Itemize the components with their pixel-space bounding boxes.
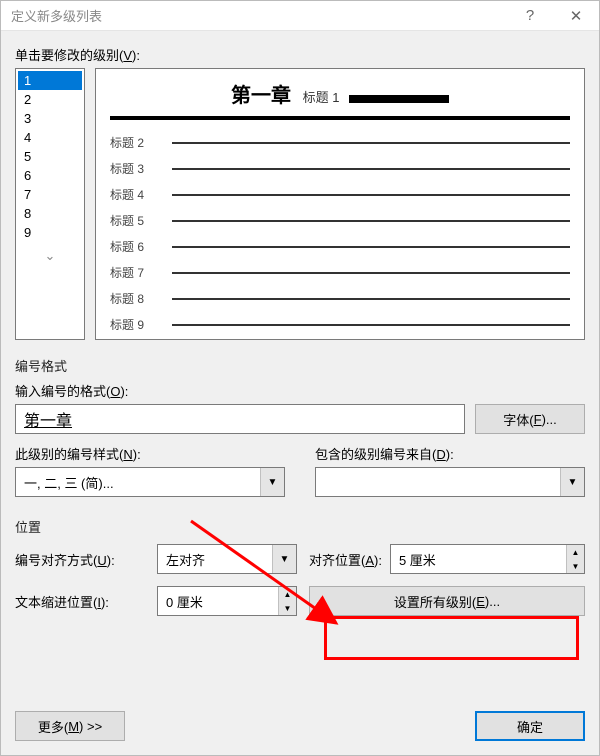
include-level-label: 包含的级别编号来自(D): [315,444,585,463]
chevron-down-icon[interactable]: ⌄ [18,248,82,264]
preview-row: 标题 2 [110,134,570,151]
preview-row-label: 标题 9 [110,316,162,333]
chevron-down-icon[interactable]: ▼ [560,468,584,496]
preview-row-label: 标题 4 [110,186,162,203]
preview-row-label: 标题 3 [110,160,162,177]
close-button[interactable]: ✕ [553,1,599,31]
include-level-combo[interactable]: ▼ [315,467,585,497]
level-item[interactable]: 7 [18,185,82,204]
preview-row: 标题 5 [110,212,570,229]
spinner-up-icon[interactable]: ▲ [567,545,584,559]
preview-row-bar [172,142,570,144]
preview-row-label: 标题 5 [110,212,162,229]
titlebar: 定义新多级列表 ? ✕ [1,1,599,31]
titlebar-title: 定义新多级列表 [11,6,102,25]
spinner-down-icon[interactable]: ▼ [279,601,296,615]
font-button[interactable]: 字体(F)... [475,404,585,434]
preview-row-label: 标题 8 [110,290,162,307]
preview-row: 标题 4 [110,186,570,203]
preview-row: 标题 7 [110,264,570,281]
dialog-footer: 更多(M) >> 确定 [1,701,599,755]
preview-row: 标题 3 [110,160,570,177]
position-group: 位置 [15,517,585,536]
level-item[interactable]: 5 [18,147,82,166]
preview-row-bar [172,272,570,274]
preview-chapter: 第一章 [231,79,291,108]
level-item[interactable]: 3 [18,109,82,128]
level-item[interactable]: 1 [18,71,82,90]
indent-label: 文本缩进位置(I): [15,592,145,611]
align-label: 编号对齐方式(U): [15,550,145,569]
number-format-group: 编号格式 [15,356,585,375]
preview-row-label: 标题 7 [110,264,162,281]
preview-row-bar [172,324,570,326]
ok-button[interactable]: 确定 [475,711,585,741]
preview-thick-rule [110,116,570,120]
annotation-highlight [324,616,579,660]
preview-row: 标题 9 [110,316,570,333]
preview-row-bar [172,298,570,300]
chevron-down-icon[interactable]: ▼ [260,468,284,496]
spinner-up-icon[interactable]: ▲ [279,587,296,601]
spinner-down-icon[interactable]: ▼ [567,559,584,573]
preview-row-bar [172,194,570,196]
number-style-combo[interactable]: 一, 二, 三 (简)... ▼ [15,467,285,497]
preview-row-label: 标题 2 [110,134,162,151]
level-item[interactable]: 9 [18,223,82,242]
number-format-label: 输入编号的格式(O): [15,381,585,400]
chevron-down-icon[interactable]: ▼ [272,545,296,573]
preview-row: 标题 8 [110,290,570,307]
preview-heading1: 标题 1 [303,90,340,105]
preview-row-bar [172,220,570,222]
level-section-label: 单击要修改的级别(V): [15,45,585,64]
preview-bar [349,95,449,103]
level-item[interactable]: 2 [18,90,82,109]
number-format-input[interactable]: 第一章 [15,404,465,434]
preview-pane: 第一章 标题 1 标题 2 标题 3 标题 4 标题 5 标题 6 标题 7 标题 8 标题 … [95,68,585,340]
level-item[interactable]: 6 [18,166,82,185]
align-at-label: 对齐位置(A): [309,550,382,569]
preview-row-label: 标题 6 [110,238,162,255]
more-button[interactable]: 更多(M) >> [15,711,125,741]
level-listbox[interactable]: 123456789 ⌄ [15,68,85,340]
help-button[interactable]: ? [507,1,553,31]
dialog-window: 定义新多级列表 ? ✕ 单击要修改的级别(V): 123456789 ⌄ 第一章 … [0,0,600,756]
dialog-content: 单击要修改的级别(V): 123456789 ⌄ 第一章 标题 1 标题 2 标题 … [1,31,599,701]
level-item[interactable]: 8 [18,204,82,223]
number-style-label: 此级别的编号样式(N): [15,444,285,463]
preview-row-bar [172,168,570,170]
align-at-spinner[interactable]: 5 厘米 ▲▼ [390,544,585,574]
level-item[interactable]: 4 [18,128,82,147]
preview-row-bar [172,246,570,248]
indent-spinner[interactable]: 0 厘米 ▲▼ [157,586,297,616]
preview-row: 标题 6 [110,238,570,255]
set-all-levels-button[interactable]: 设置所有级别(E)... [309,586,585,616]
align-combo[interactable]: 左对齐 ▼ [157,544,297,574]
